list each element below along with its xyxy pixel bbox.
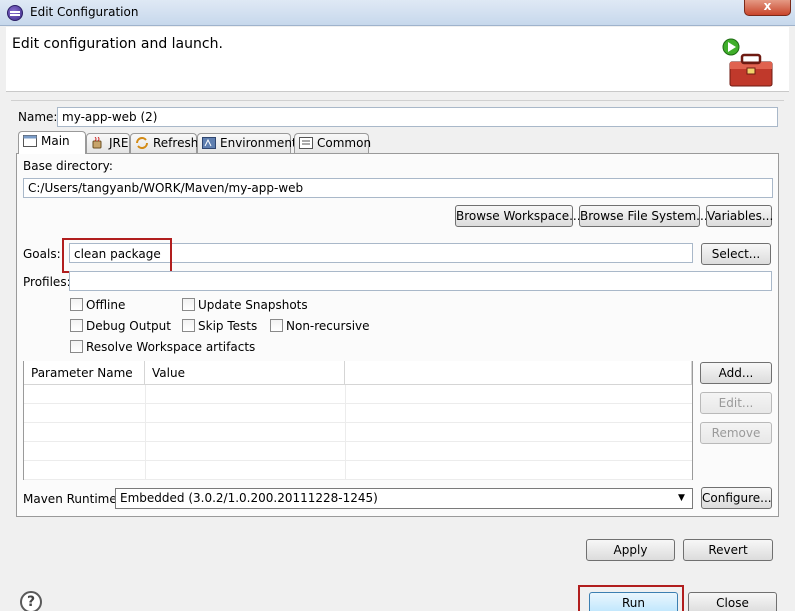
column-header-parameter-name[interactable]: Parameter Name <box>24 361 145 385</box>
main-tab-icon <box>23 135 37 147</box>
update-snapshots-checkbox[interactable] <box>182 298 195 311</box>
table-column-divider <box>145 385 146 479</box>
column-header-empty <box>345 361 692 385</box>
goals-label: Goals: <box>23 247 61 261</box>
column-header-value[interactable]: Value <box>145 361 345 385</box>
tab-jre[interactable]: JRE <box>86 133 130 153</box>
update-snapshots-label: Update Snapshots <box>198 298 308 312</box>
table-row[interactable] <box>24 461 692 480</box>
tab-main[interactable]: Main <box>18 131 86 154</box>
table-row[interactable] <box>24 385 692 404</box>
skip-tests-label: Skip Tests <box>198 319 258 333</box>
eclipse-icon <box>7 5 23 21</box>
table-row[interactable] <box>24 404 692 423</box>
tab-label: JRE <box>109 136 129 150</box>
add-parameter-button[interactable]: Add... <box>700 362 772 384</box>
variables-button[interactable]: Variables... <box>706 205 773 227</box>
header-message: Edit configuration and launch. <box>12 36 223 52</box>
debug-output-checkbox[interactable] <box>70 319 83 332</box>
name-input[interactable]: my-app-web (2) <box>57 107 778 127</box>
browse-file-system-button[interactable]: Browse File System... <box>579 205 708 227</box>
tab-common[interactable]: Common <box>294 133 372 153</box>
tab-label: Common <box>317 136 372 150</box>
resolve-workspace-checkbox[interactable] <box>70 340 83 353</box>
browse-workspace-button[interactable]: Browse Workspace... <box>455 205 581 227</box>
window-close-button[interactable]: x <box>744 0 791 16</box>
select-goals-button[interactable]: Select... <box>701 243 771 265</box>
table-row[interactable] <box>24 442 692 461</box>
debug-output-label: Debug Output <box>86 319 171 333</box>
revert-button[interactable]: Revert <box>683 539 773 561</box>
maven-toolbox-run-icon <box>722 38 773 87</box>
apply-button[interactable]: Apply <box>586 539 675 561</box>
maven-runtime-label: Maven Runtime: <box>23 492 121 506</box>
common-icon <box>299 137 313 149</box>
close-button[interactable]: Close <box>688 592 777 611</box>
run-button[interactable]: Run <box>589 592 678 611</box>
chevron-down-icon[interactable]: ▼ <box>678 493 685 503</box>
refresh-icon <box>136 137 148 149</box>
edit-parameter-button[interactable]: Edit... <box>700 392 772 414</box>
name-label: Name: <box>18 110 58 124</box>
base-directory-label: Base directory: <box>23 159 113 173</box>
table-column-divider <box>345 385 346 479</box>
tab-refresh[interactable]: Refresh <box>130 133 199 153</box>
tab-label: Refresh <box>153 136 199 150</box>
base-directory-input[interactable]: C:/Users/tangyanb/WORK/Maven/my-app-web <box>23 178 773 198</box>
help-icon[interactable]: ? <box>20 591 42 611</box>
offline-label: Offline <box>86 298 126 312</box>
window-title: Edit Configuration <box>30 5 139 19</box>
tab-label: Main <box>41 134 70 148</box>
skip-tests-checkbox[interactable] <box>182 319 195 332</box>
maven-runtime-value: Embedded (3.0.2/1.0.200.20111228-1245) <box>120 491 378 505</box>
tab-label: Environment <box>220 136 297 150</box>
maven-runtime-select[interactable]: Embedded (3.0.2/1.0.200.20111228-1245) <box>115 488 693 509</box>
table-row[interactable] <box>24 423 692 442</box>
resolve-workspace-label: Resolve Workspace artifacts <box>86 340 256 354</box>
remove-parameter-button[interactable]: Remove <box>700 422 772 444</box>
tab-environment[interactable]: Environment <box>197 133 297 153</box>
non-recursive-checkbox[interactable] <box>270 319 283 332</box>
offline-checkbox[interactable] <box>70 298 83 311</box>
profiles-label: Profiles: <box>23 275 71 289</box>
jre-icon <box>92 137 102 149</box>
goals-value: clean package <box>74 247 161 261</box>
environment-icon <box>202 137 216 149</box>
profiles-input[interactable] <box>69 271 772 291</box>
non-recursive-label: Non-recursive <box>286 319 370 333</box>
configure-runtime-button[interactable]: Configure... <box>701 487 772 509</box>
